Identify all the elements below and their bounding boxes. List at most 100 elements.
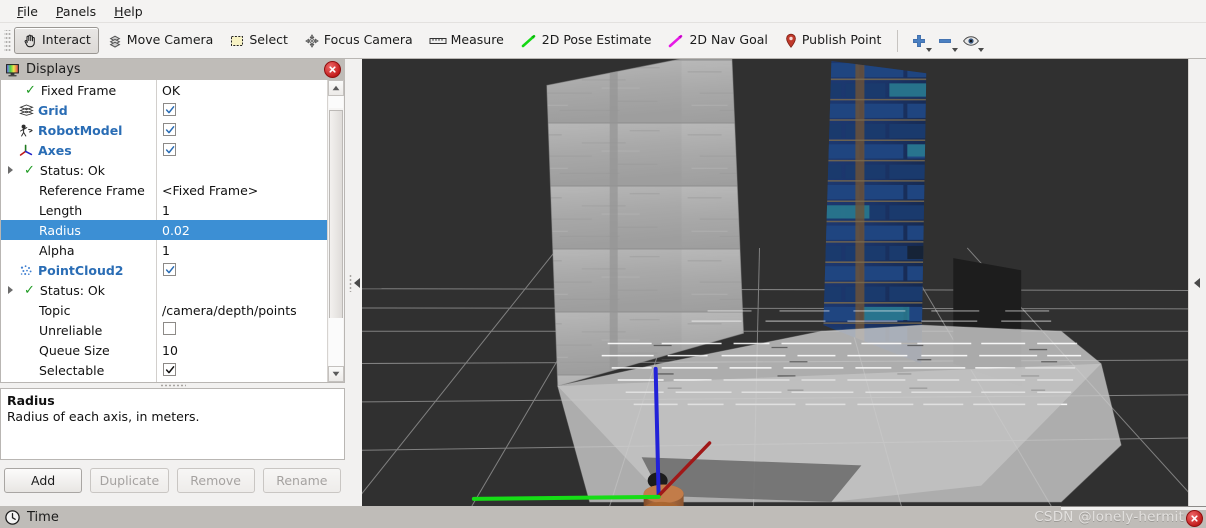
tool-2d-nav-goal[interactable]: 2D Nav Goal <box>659 27 775 54</box>
remove-tool-button[interactable] <box>932 28 959 53</box>
menu-panels[interactable]: Panels <box>47 2 105 21</box>
close-displays-button[interactable] <box>324 61 341 78</box>
checkbox-selectable[interactable] <box>163 363 176 376</box>
displays-panel-header: Displays <box>0 59 345 80</box>
expand-arrow-icon[interactable] <box>4 284 17 297</box>
table-row[interactable]: Unreliable <box>1 320 327 340</box>
table-row[interactable]: Selectable <box>1 360 327 380</box>
row-value: OK <box>162 82 181 98</box>
scrollbar-thumb[interactable] <box>329 110 343 320</box>
row-value <box>156 322 327 338</box>
row-name: ✓ Status: Ok <box>1 163 156 178</box>
check-icon: ✓ <box>24 282 35 298</box>
displays-property-tree[interactable]: ✓ Fixed Frame OK Grid RobotModel Axes ✓ … <box>1 80 327 382</box>
table-row[interactable]: Reference Frame <Fixed Frame> <box>1 180 327 200</box>
table-row[interactable]: ✓ Fixed Frame OK <box>1 80 327 100</box>
close-time-panel-button[interactable] <box>1186 510 1203 527</box>
left-dock-splitter[interactable] <box>345 59 362 506</box>
table-row[interactable]: RobotModel <box>1 120 327 140</box>
displays-button-row: Add Duplicate Remove Rename <box>0 460 345 500</box>
row-name: Queue Size <box>39 342 110 358</box>
chevron-down-icon <box>978 48 985 52</box>
scrollbar-track-lower[interactable] <box>329 318 343 366</box>
tool-2d-pose-estimate[interactable]: 2D Pose Estimate <box>512 27 660 54</box>
toolbar-drag-handle[interactable] <box>4 29 11 52</box>
rename-button[interactable]: Rename <box>262 468 341 493</box>
row-name: Alpha <box>39 242 75 258</box>
tool-publish-point[interactable]: Publish Point <box>776 27 890 54</box>
table-row[interactable]: ✓ Status: Ok <box>1 280 327 300</box>
select-rect-icon <box>229 33 245 49</box>
row-value[interactable]: /camera/depth/points <box>156 303 327 318</box>
table-row[interactable]: ✓ Status: Ok <box>1 160 327 180</box>
row-value <box>156 143 327 158</box>
row-name: Unreliable <box>39 322 103 338</box>
collapse-right-arrow-icon[interactable] <box>1194 277 1200 288</box>
menu-help[interactable]: Help <box>105 2 152 21</box>
table-row[interactable]: Grid <box>1 100 327 120</box>
displays-tree-container: ✓ Fixed Frame OK Grid RobotModel Axes ✓ … <box>0 80 345 383</box>
tool-select-label: Select <box>249 32 288 48</box>
tool-publish-point-label: Publish Point <box>801 32 882 48</box>
rviz-window: File Panels Help Interact Move Camera Se… <box>0 0 1206 528</box>
table-row[interactable]: Axes <box>1 140 327 160</box>
checkbox-unreliable[interactable] <box>163 322 176 335</box>
robot-icon <box>18 124 35 137</box>
check-icon: ✓ <box>24 162 35 178</box>
duplicate-button[interactable]: Duplicate <box>90 468 169 493</box>
checkbox-pointcloud2[interactable] <box>163 263 176 276</box>
table-row[interactable]: Topic /camera/depth/points <box>1 300 327 320</box>
scrollbar-track[interactable] <box>329 96 343 108</box>
menu-file[interactable]: File <box>8 2 47 21</box>
tool-measure[interactable]: Measure <box>421 27 512 54</box>
table-row[interactable]: Length 1 <box>1 200 327 220</box>
tool-move-camera[interactable]: Move Camera <box>99 27 222 54</box>
table-row[interactable]: Style Flat Squares <box>1 380 327 382</box>
tool-2d-nav-goal-label: 2D Nav Goal <box>689 32 768 48</box>
displays-panel-title: Displays <box>26 62 81 77</box>
remove-button[interactable]: Remove <box>176 468 255 493</box>
checkbox-robotmodel[interactable] <box>163 123 176 136</box>
splitter-grip-icon <box>349 273 352 292</box>
property-description-box: Radius Radius of each axis, in meters. <box>0 388 345 460</box>
tool-interact[interactable]: Interact <box>14 27 99 54</box>
table-row[interactable]: PointCloud2 <box>1 260 327 280</box>
move-camera-icon <box>107 33 123 49</box>
3d-render-view[interactable] <box>362 59 1188 506</box>
magenta-arrow-icon <box>667 33 685 49</box>
add-button[interactable]: Add <box>4 468 83 493</box>
axes-icon <box>18 144 35 157</box>
table-row[interactable]: Queue Size 10 <box>1 340 327 360</box>
time-panel-header: Time CSDN @lonely-hermit <box>0 506 1206 528</box>
checkbox-grid[interactable] <box>163 103 176 116</box>
collapse-left-arrow-icon[interactable] <box>354 277 360 288</box>
checkbox-axes[interactable] <box>163 143 176 156</box>
check-icon: ✓ <box>25 82 36 98</box>
scroll-down-arrow-icon[interactable] <box>328 366 344 382</box>
table-row[interactable]: Alpha 1 <box>1 240 327 260</box>
add-tool-button[interactable] <box>906 28 933 53</box>
tool-select[interactable]: Select <box>221 27 296 54</box>
table-row-selected[interactable]: Radius 0.02 <box>1 220 327 240</box>
time-panel-title: Time <box>27 509 59 525</box>
right-dock-splitter[interactable] <box>1188 59 1206 506</box>
displays-tree-scrollbar[interactable] <box>327 80 344 382</box>
scroll-up-arrow-icon[interactable] <box>328 80 344 96</box>
visibility-button[interactable] <box>958 28 985 53</box>
row-name: Topic <box>39 302 71 318</box>
grid-icon <box>18 104 35 116</box>
row-name: Radius <box>39 222 81 238</box>
focus-camera-icon <box>304 33 320 49</box>
ruler-icon <box>429 33 447 49</box>
plus-icon <box>911 33 927 49</box>
row-value[interactable]: 0.02 <box>156 223 327 238</box>
row-value[interactable]: 10 <box>156 343 327 358</box>
tool-focus-camera[interactable]: Focus Camera <box>296 27 421 54</box>
hand-cursor-icon <box>22 33 38 49</box>
eye-icon <box>962 33 980 49</box>
row-name: ✓ Fixed Frame <box>25 82 117 98</box>
expand-arrow-icon[interactable] <box>4 164 17 177</box>
displays-dock: Displays ✓ Fixed Frame OK Grid RobotMode… <box>0 59 345 506</box>
